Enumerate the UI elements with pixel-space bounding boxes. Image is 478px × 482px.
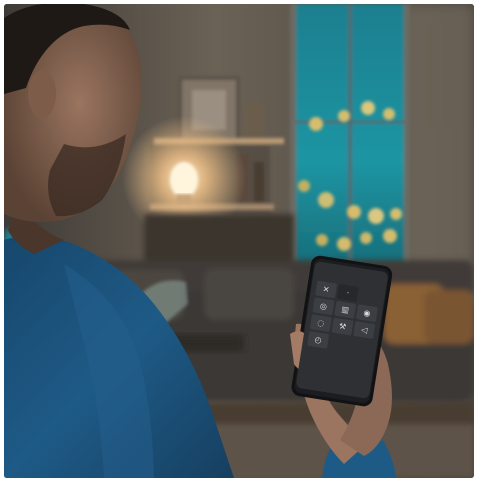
- tile-empty: [351, 338, 373, 356]
- dot-icon: ·: [345, 287, 350, 298]
- tile-fan[interactable]: ✕: [315, 280, 338, 299]
- tile-empty: [359, 287, 381, 305]
- share-icon: ◁: [360, 324, 369, 335]
- living-room-scene: [4, 4, 474, 478]
- tile-scene[interactable]: ◌: [309, 314, 332, 333]
- tile-dot[interactable]: ·: [336, 283, 359, 302]
- tile-power[interactable]: ◉: [355, 304, 378, 323]
- tile-timer[interactable]: ◴: [307, 330, 330, 349]
- tile-empty: [329, 334, 351, 352]
- tile-share[interactable]: ◁: [353, 321, 376, 339]
- timer-icon: ◴: [314, 334, 323, 345]
- tools-icon: ⚒: [338, 321, 347, 332]
- climate-icon: ◎: [319, 300, 328, 311]
- window: [290, 4, 410, 266]
- tile-heater[interactable]: ▥: [334, 300, 357, 319]
- tile-tools[interactable]: ⚒: [331, 317, 354, 336]
- scene-icon: ◌: [316, 317, 326, 328]
- tile-climate[interactable]: ◎: [312, 297, 335, 316]
- heater-icon: ▥: [340, 304, 350, 315]
- fan-icon: ✕: [322, 284, 331, 294]
- power-icon: ◉: [362, 307, 372, 318]
- control-tile-grid: ✕ · ◎ ▥ ◉ ◌ ⚒ ◁ ◴: [302, 277, 386, 360]
- photo-frame: ✕ · ◎ ▥ ◉ ◌ ⚒ ◁ ◴: [4, 4, 474, 478]
